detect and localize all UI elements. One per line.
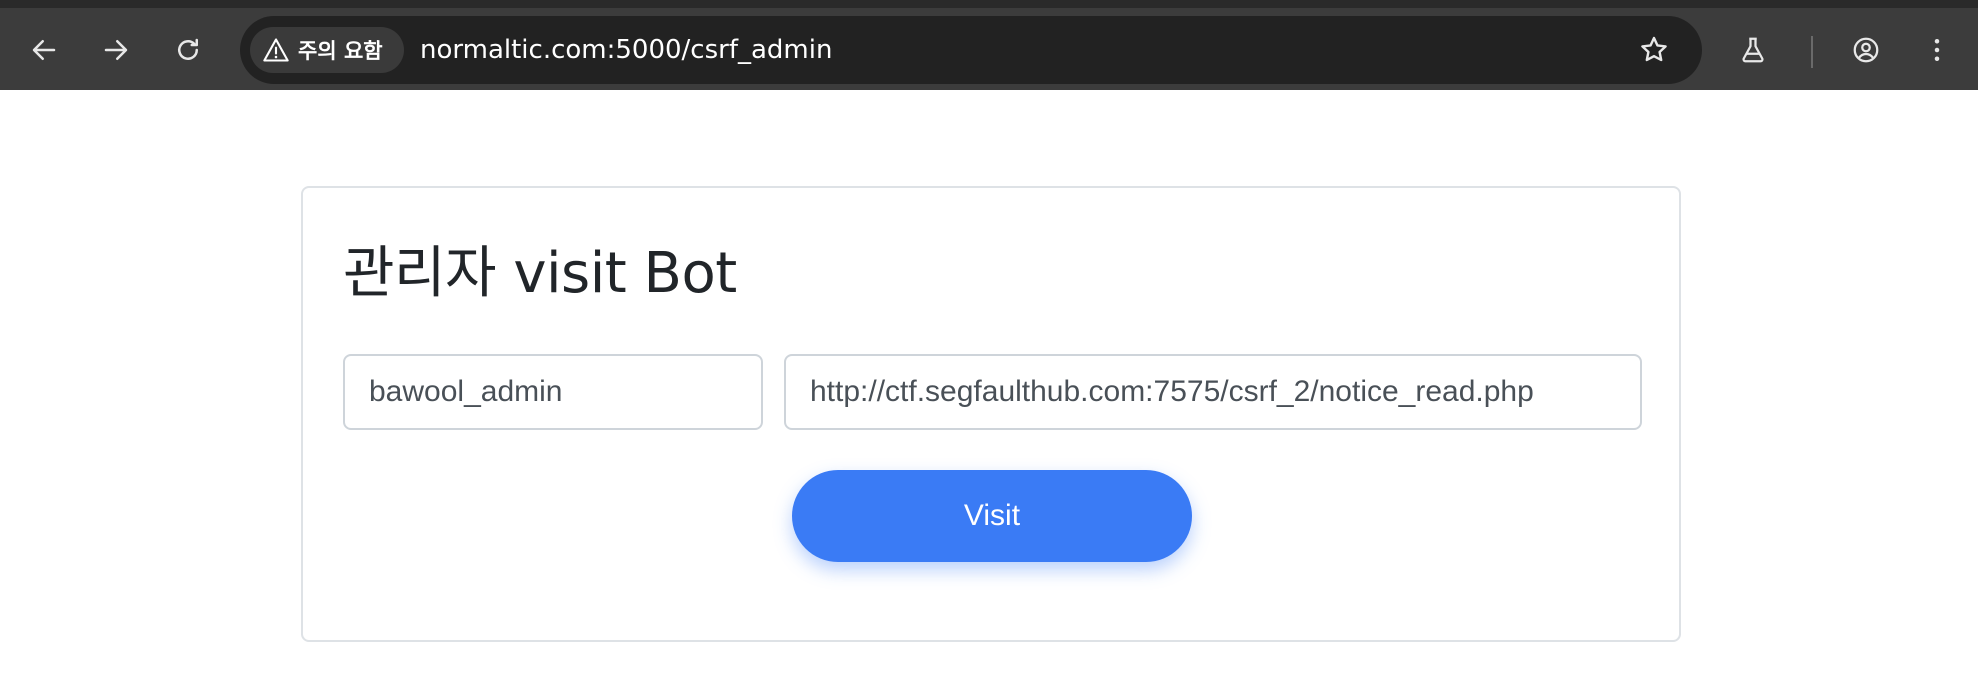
- forward-button[interactable]: [96, 30, 136, 70]
- security-warning-chip[interactable]: 주의 요함: [250, 27, 404, 73]
- page-title: 관리자 visit Bot: [343, 241, 737, 306]
- toolbar-divider: [1811, 36, 1813, 68]
- account-icon: [1853, 37, 1879, 63]
- reload-button[interactable]: [168, 30, 208, 70]
- visit-button[interactable]: Visit: [792, 470, 1192, 562]
- back-arrow-icon: [32, 40, 56, 60]
- star-icon: [1641, 36, 1667, 62]
- more-vert-icon: [1934, 39, 1940, 61]
- back-button[interactable]: [24, 30, 64, 70]
- security-chip-label: 주의 요함: [298, 39, 383, 63]
- reload-icon: [178, 38, 198, 60]
- profile-button[interactable]: [1846, 30, 1886, 70]
- forward-arrow-icon: [104, 40, 128, 60]
- address-bar[interactable]: 주의 요함 normaltic.com:5000/csrf_admin: [240, 16, 1702, 84]
- warning-triangle-icon: [263, 38, 289, 62]
- target-url-input[interactable]: http://ctf.segfaulthub.com:7575/csrf_2/n…: [784, 354, 1642, 430]
- labs-button[interactable]: [1733, 30, 1773, 70]
- bookmark-button[interactable]: [1634, 30, 1674, 70]
- browser-toolbar: 주의 요함 normaltic.com:5000/csrf_admin: [0, 0, 1978, 90]
- admin-id-input[interactable]: bawool_admin: [343, 354, 763, 430]
- url-text[interactable]: normaltic.com:5000/csrf_admin: [420, 16, 832, 84]
- flask-icon: [1742, 37, 1764, 63]
- visit-bot-card: 관리자 visit Bot bawool_admin http://ctf.se…: [301, 186, 1681, 642]
- menu-button[interactable]: [1917, 30, 1957, 70]
